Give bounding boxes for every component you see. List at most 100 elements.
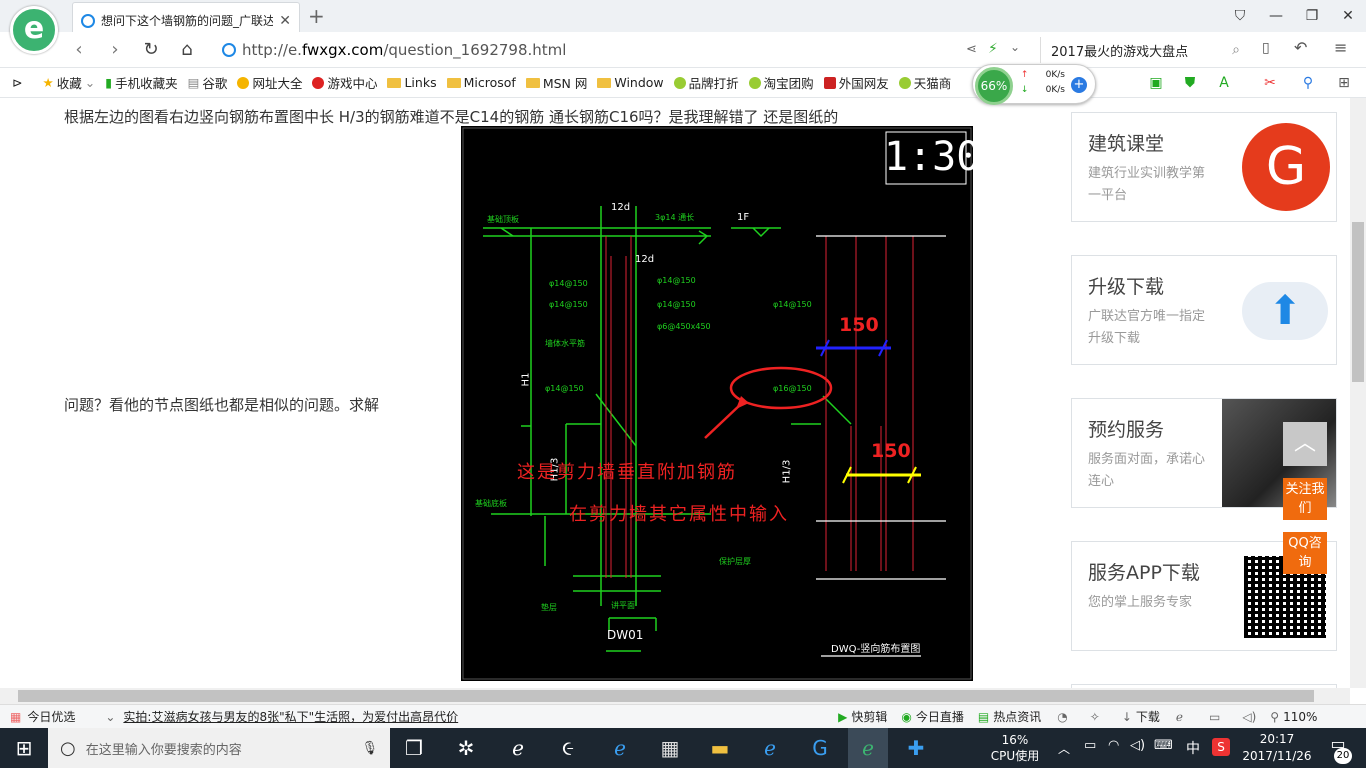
microphone-icon[interactable]: 🎙 [361,741,378,756]
globe-icon [237,76,250,89]
book-icon[interactable]: ▣ [1146,74,1166,92]
internet-explorer-icon[interactable]: ℯ [754,734,786,762]
refresh-button[interactable]: ↻ [138,38,164,62]
cad-dim-12d-b: 12d [635,254,655,265]
bookmark-microsoft[interactable]: Microsof [446,75,516,90]
vertical-scroll-thumb[interactable] [1352,222,1364,382]
edge-icon[interactable]: ℯ [604,734,636,762]
bookmark-taobao[interactable]: 淘宝团购 [748,73,814,92]
tool-app-icon[interactable]: ✚ [900,734,932,762]
scissors-icon[interactable]: ✂ [1260,74,1280,92]
bookmark-tmall[interactable]: 天猫商 [898,73,951,92]
cpu-monitor[interactable]: 16% CPU使用 [990,732,1040,764]
tab-active[interactable]: 想问下这个墙钢筋的问题_广联达 ✕ [72,2,300,32]
news-link[interactable]: 实拍:艾滋病女孩与男友的8张"私下"生活照，为爱付出高昂代价 [123,708,458,725]
volume-icon[interactable]: ◁) [1242,710,1256,724]
cad-label-h13-b: H1/3 [781,459,793,484]
card-architecture-class[interactable]: 建筑课堂 建筑行业实训教学第一平台 G [1071,112,1337,222]
bookmark-url-directory[interactable]: 网址大全 [237,73,302,92]
new-tab-button[interactable]: + [308,4,325,28]
phone-icon[interactable]: ▯ [1262,40,1270,56]
status-bar: ▦ 今日优选 ⌄ 实拍:艾滋病女孩与男友的8张"私下"生活照，为爱付出高昂代价 … [0,704,1366,728]
browser-logo-icon[interactable]: e [10,6,58,54]
fan-app-icon[interactable]: ✲ [450,734,482,762]
store-icon[interactable]: ▦ [654,734,686,762]
qq-consult-button[interactable]: QQ咨询 [1283,532,1327,574]
today-picks[interactable]: 今日优选 [27,708,75,725]
window-icon[interactable]: ▭ [1209,710,1220,724]
scroll-to-top-icon[interactable]: ︿ [1283,422,1327,466]
volume-tray-icon[interactable]: ◁) [1130,738,1145,753]
home-button[interactable]: ⌂ [174,38,200,62]
windows-taskbar: ⊞ ○ 在这里输入你要搜索的内容 🎙 ❐ ✲ ℯ ૯ ℯ ▦ ▬ ℯ G ℯ ✚… [0,728,1366,768]
bookmark-foreign[interactable]: 外国网友 [823,73,889,92]
cad-rebar-b: φ14@150 [549,300,588,309]
tab-close-icon[interactable]: ✕ [279,13,291,29]
broom-icon[interactable]: ✧ [1090,710,1100,724]
address-bar[interactable]: http://e.fwxgx.com/question_1692798.html [222,37,952,63]
sogou-icon[interactable]: S [1212,738,1230,756]
shirt-skin-icon[interactable]: ⛉ [1226,4,1254,28]
ie-icon[interactable]: ℯ [1176,710,1183,724]
minimize-button[interactable]: — [1262,4,1290,28]
taskbar-search-box[interactable]: ○ 在这里输入你要搜索的内容 🎙 [48,728,390,768]
ie-browser-icon[interactable]: ℯ [502,734,534,762]
plus-icon[interactable]: + [1071,77,1087,93]
zoom-level[interactable]: 110% [1283,710,1317,724]
download-link[interactable]: 下载 [1136,708,1160,725]
wifi-icon[interactable]: ◠ [1108,738,1119,753]
back-button[interactable]: ‹ [66,38,92,62]
bookmark-google[interactable]: ▤ 谷歌 [188,73,228,92]
cad-drawing-svg [461,126,973,681]
clock[interactable]: 20:17 2017/11/26 [1240,731,1314,765]
sidebar-toggle-icon[interactable]: ⊳ [12,75,22,90]
quick-edit-link[interactable]: 快剪辑 [851,708,887,725]
live-link[interactable]: 今日直播 [916,708,964,725]
card-title: 升级下载 [1088,276,1165,298]
file-explorer-icon[interactable]: ▬ [704,734,736,762]
speed-icon[interactable]: ◔ [1057,710,1067,724]
close-window-button[interactable]: ✕ [1334,4,1362,28]
chevron-down-icon[interactable]: ⌄ [1010,40,1020,54]
translate-icon[interactable]: A [1214,74,1234,92]
card-upgrade-download[interactable]: 升级下载 广联达官方唯一指定升级下载 ⬆ [1071,255,1337,365]
bookmark-links[interactable]: Links [387,75,437,90]
grid-icon[interactable]: ⊞ [1334,74,1354,92]
search-input[interactable]: 2017最火的游戏大盘点 ⌕ [1040,37,1240,63]
bookmark-brand-discount[interactable]: 品牌打折 [673,73,739,92]
swirl-app-icon[interactable]: ૯ [552,734,584,762]
tray-expand-icon[interactable]: ︿ [1058,740,1070,757]
lightning-icon[interactable]: ⚡ [988,41,998,57]
magnifier-icon[interactable]: ⚲ [1298,74,1318,92]
shield-icon[interactable]: ⛊ [1180,74,1200,92]
maximize-button[interactable]: ❐ [1298,4,1326,28]
glodon-app-icon[interactable]: G [804,734,836,762]
battery-icon[interactable]: ▭ [1084,738,1096,753]
bookmark-msn[interactable]: MSN 网 [525,73,587,92]
taskbar-search-placeholder: 在这里输入你要搜索的内容 [85,742,242,758]
keyboard-icon[interactable]: ⌨ [1154,738,1173,753]
cloud-upload-icon: ⬆ [1242,282,1328,340]
chevron-down-icon[interactable]: ⌄ [105,710,115,724]
search-icon[interactable]: ⌕ [1232,42,1240,58]
bookmark-windows[interactable]: Window [597,75,664,90]
follow-us-button[interactable]: 关注我们 [1283,478,1327,520]
task-view-icon[interactable]: ❐ [398,734,430,762]
horizontal-scroll-thumb[interactable] [18,690,1314,702]
site-info-icon[interactable] [222,43,236,57]
folder-icon [597,77,612,88]
network-speed-widget[interactable]: 66% ↑ 0K/s ↓ 0K/s + [972,64,1096,105]
ime-indicator[interactable]: 中 [1186,738,1200,758]
undo-icon[interactable]: ↶ [1294,38,1307,57]
browser-active-icon[interactable]: ℯ [848,728,888,768]
vertical-scrollbar[interactable] [1350,98,1366,688]
zoom-icon: ⚲ [1270,709,1280,724]
bookmark-mobile[interactable]: ▮ 手机收藏夹 [105,73,177,92]
menu-icon[interactable]: ≡ [1334,38,1347,57]
hot-news-link[interactable]: 热点资讯 [993,708,1041,725]
bookmark-favorites[interactable]: ★ 收藏 ⌄ [42,73,95,92]
forward-button[interactable]: › [102,38,128,62]
windows-start-icon[interactable]: ⊞ [8,734,40,762]
share-icon[interactable]: ⋖ [966,42,977,57]
bookmark-game-center[interactable]: 游戏中心 [312,73,377,92]
